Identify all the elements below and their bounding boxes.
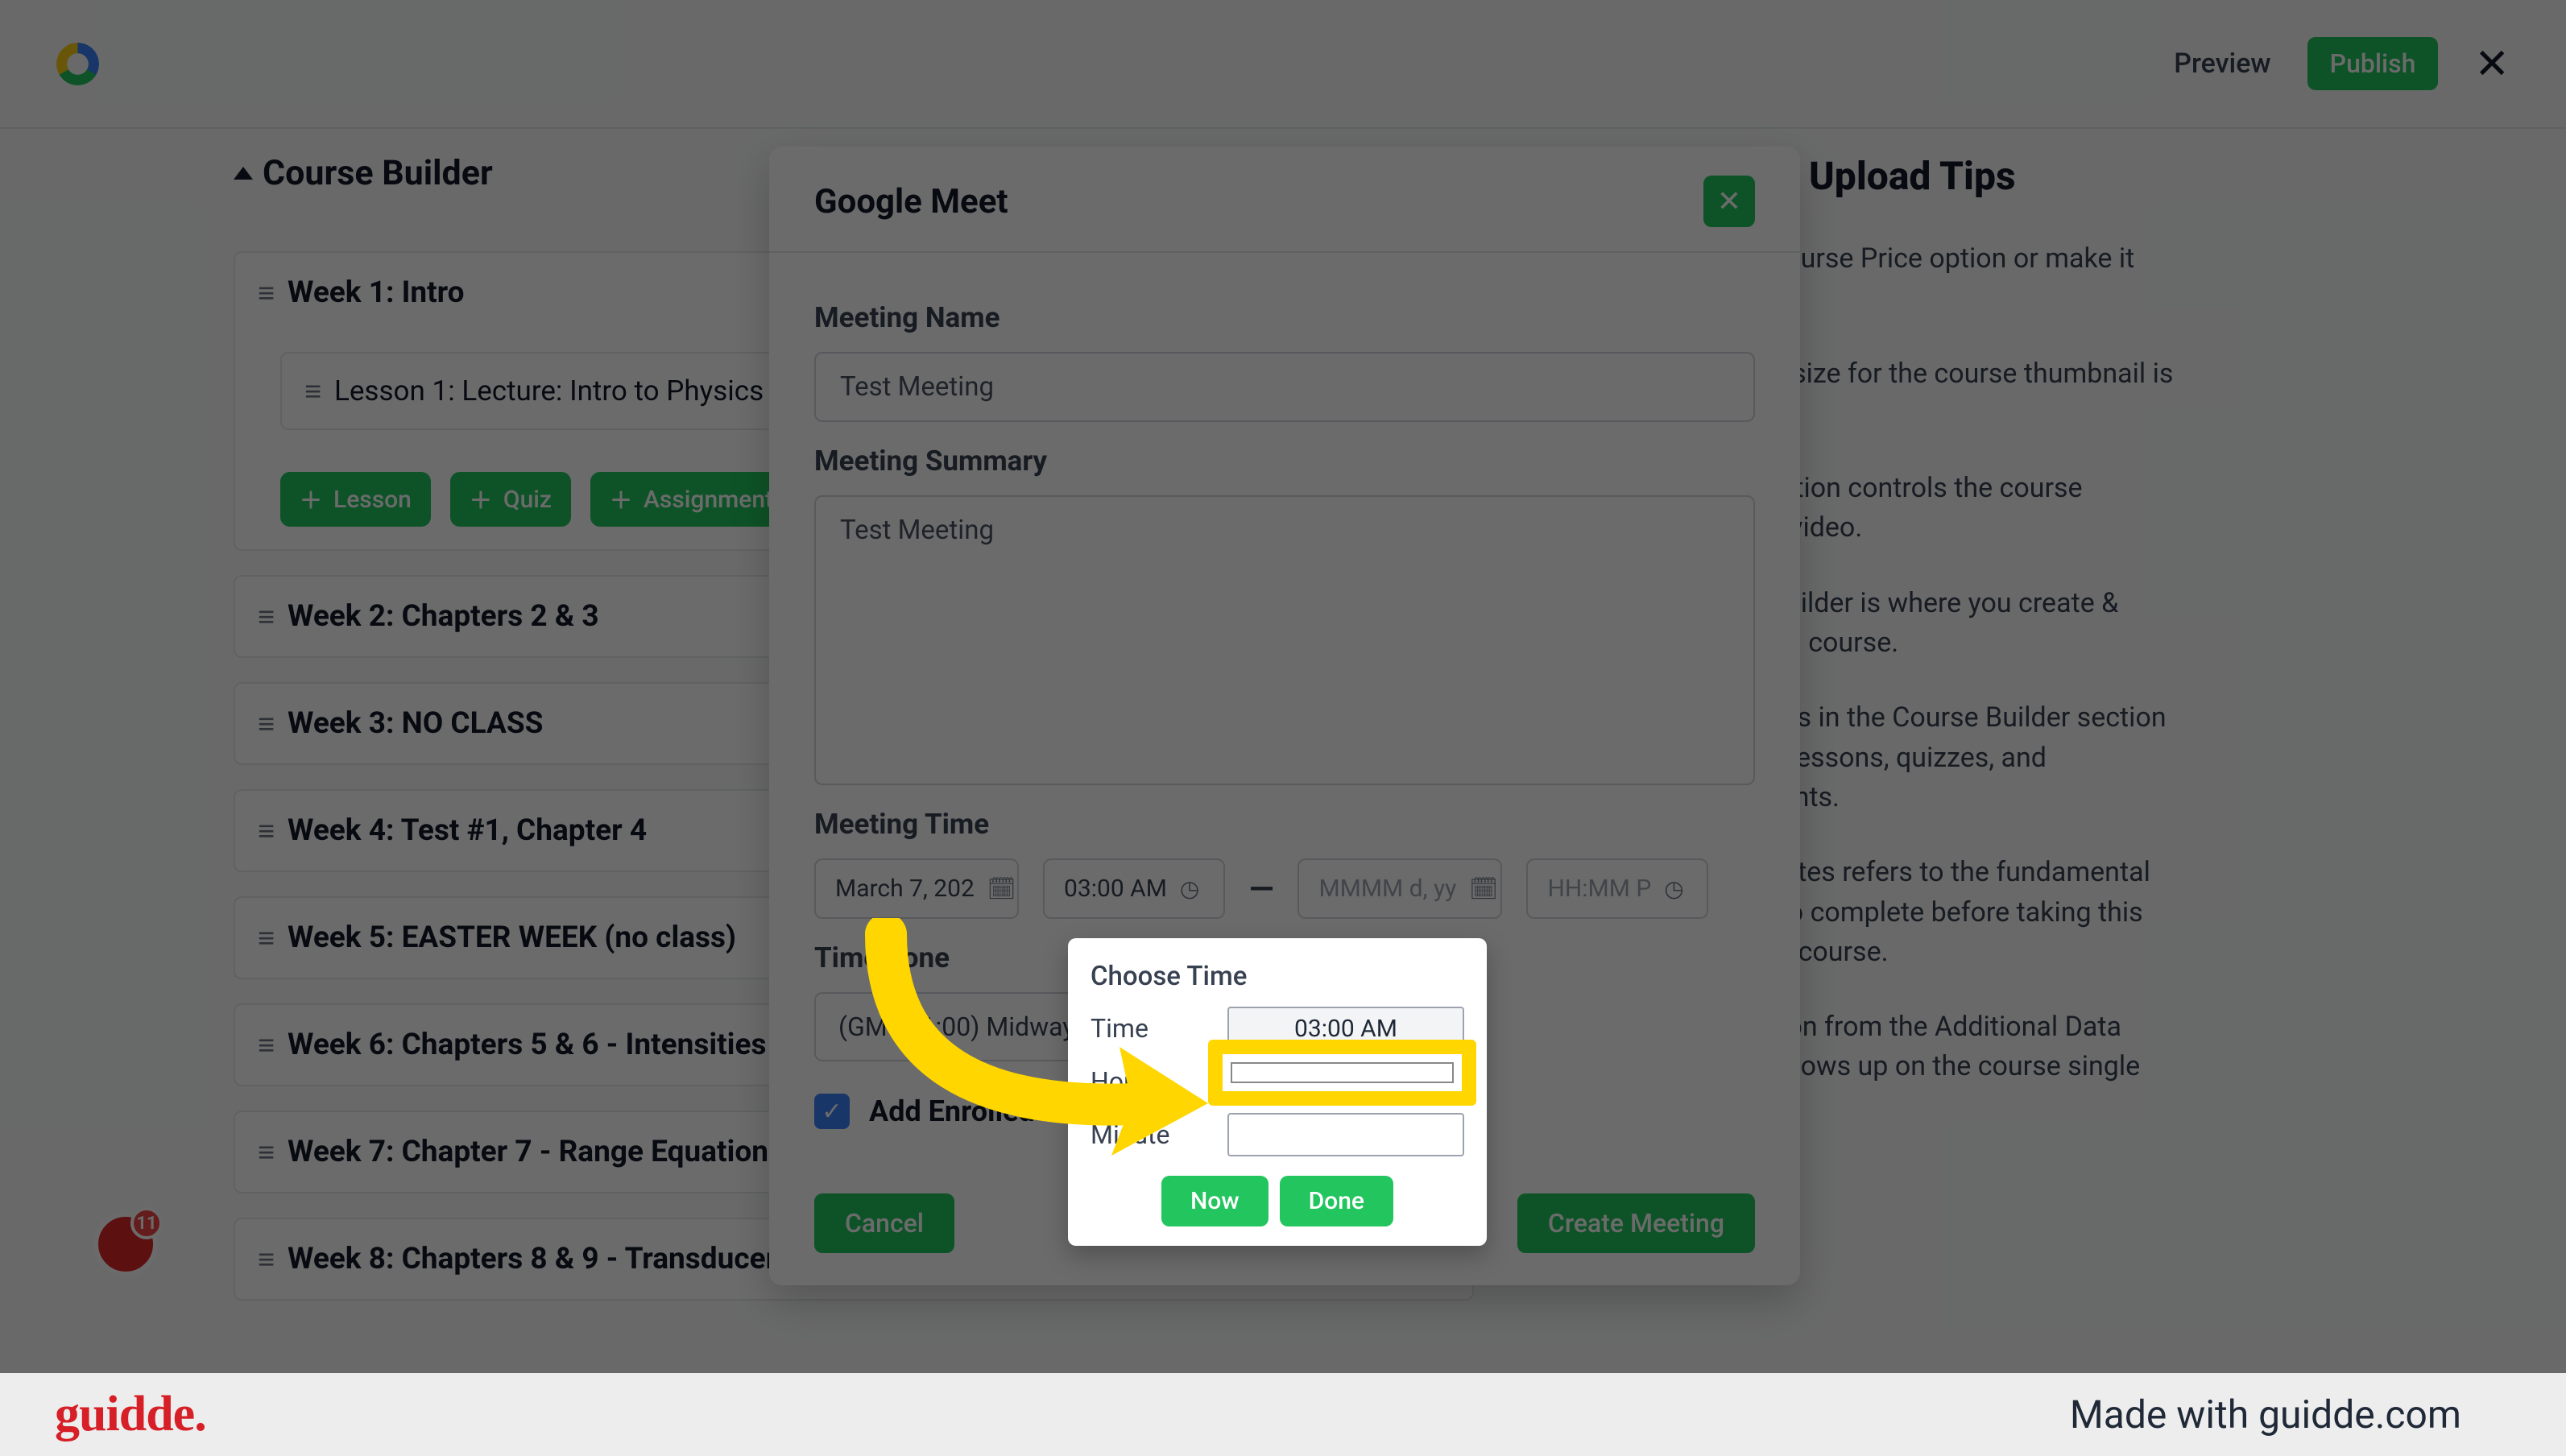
- time-picker-title: Choose Time: [1091, 961, 1464, 992]
- button-label: Done: [1309, 1187, 1364, 1215]
- footer-tagline: Made with guidde.com: [2070, 1392, 2461, 1437]
- guidde-logo: guidde.: [55, 1386, 206, 1443]
- guidde-footer: guidde. Made with guidde.com: [0, 1373, 2566, 1456]
- now-button[interactable]: Now: [1161, 1176, 1269, 1226]
- done-button[interactable]: Done: [1280, 1176, 1393, 1226]
- hour-label: Hour: [1091, 1066, 1195, 1097]
- button-label: Now: [1190, 1187, 1240, 1215]
- minute-slider-input[interactable]: [1227, 1113, 1464, 1156]
- time-label: Time: [1091, 1013, 1195, 1044]
- minute-label: Minute: [1091, 1119, 1195, 1150]
- highlight-annotation: [1208, 1040, 1476, 1106]
